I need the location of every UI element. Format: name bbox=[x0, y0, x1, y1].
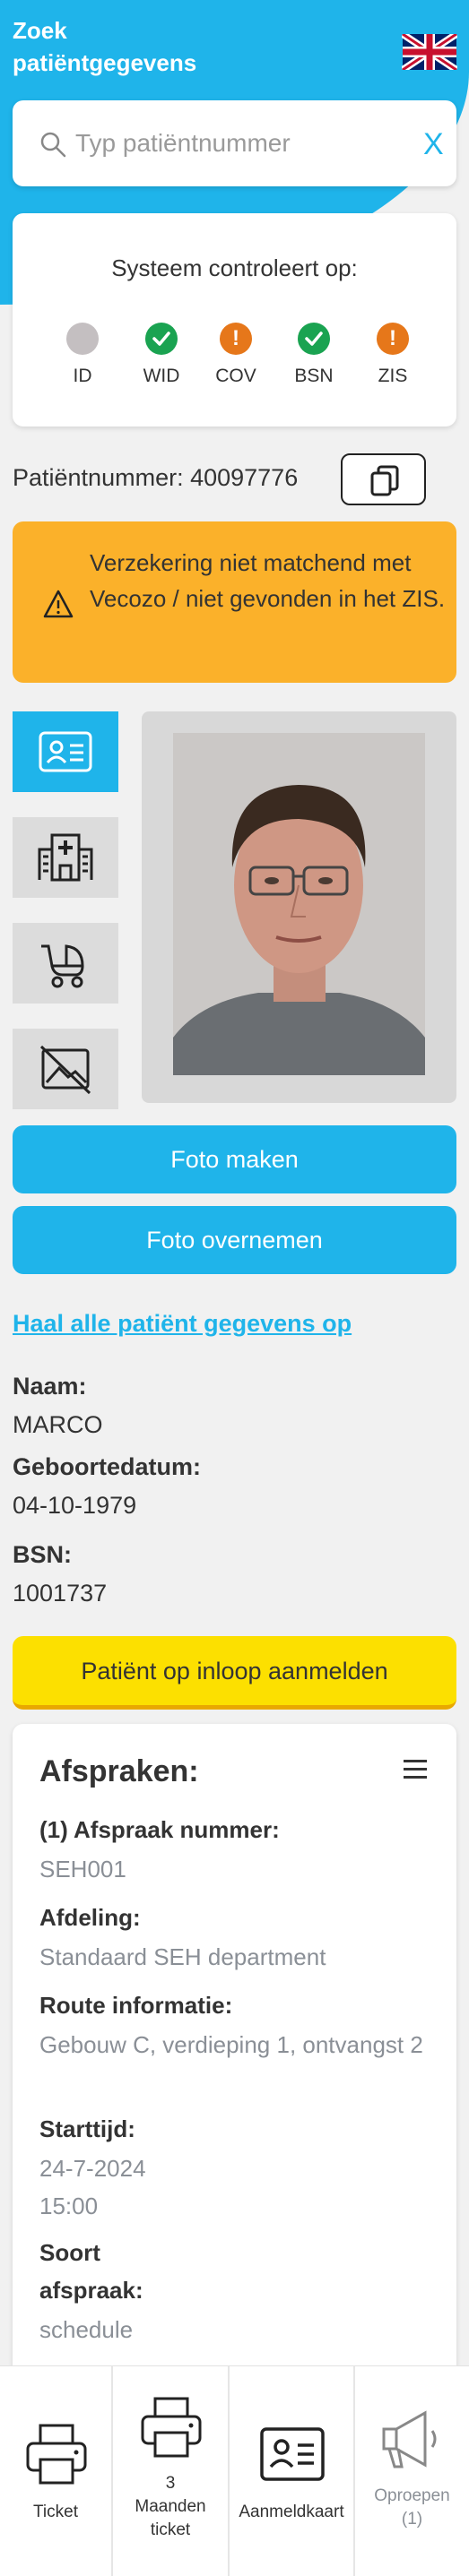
search-box[interactable]: Typ patiëntnummer X bbox=[13, 100, 456, 186]
department-label: Afdeling: bbox=[39, 1904, 141, 1931]
start-date: 24-7-2024 bbox=[39, 2155, 146, 2182]
tab-no-image[interactable] bbox=[13, 1029, 118, 1109]
search-input[interactable]: Typ patiëntnummer bbox=[75, 129, 291, 158]
check-id: ID bbox=[47, 323, 118, 387]
status-unknown-icon bbox=[66, 323, 99, 355]
hospital-icon bbox=[38, 833, 93, 882]
type-label-2: afspraak: bbox=[39, 2277, 143, 2304]
check-mark-icon bbox=[145, 323, 178, 355]
appointments-heading: Afspraken: bbox=[39, 1754, 199, 1788]
printer-icon bbox=[26, 2424, 87, 2485]
check-wid: WID bbox=[126, 323, 197, 387]
route-label: Route informatie: bbox=[39, 1992, 233, 2019]
uk-flag-icon[interactable] bbox=[400, 30, 459, 73]
registration-card-button[interactable]: Aanmeldkaart bbox=[230, 2366, 355, 2576]
footer-bar: Ticket 3 Maanden ticket Aanmeldkaart Opr… bbox=[0, 2365, 469, 2576]
page-title: Zoek patiëntgegevens bbox=[13, 17, 197, 76]
appointment-number-value: SEH001 bbox=[39, 1856, 126, 1882]
id-card-icon bbox=[260, 2427, 325, 2481]
id-card-icon bbox=[39, 731, 92, 772]
menu-icon[interactable] bbox=[404, 1760, 427, 1779]
dob-value: 04-10-1979 bbox=[13, 1492, 137, 1519]
warning-triangle-icon bbox=[43, 590, 74, 618]
system-check-panel: Systeem controleert op: ID WID ! COV BSN… bbox=[13, 213, 456, 426]
check-bsn: BSN bbox=[278, 323, 350, 387]
check-zis: ! ZIS bbox=[357, 323, 429, 387]
copy-button[interactable] bbox=[341, 453, 426, 505]
printer-icon bbox=[141, 2397, 202, 2458]
tab-id-card[interactable] bbox=[13, 711, 118, 792]
name-label: Naam: bbox=[13, 1373, 87, 1400]
three-month-ticket-button[interactable]: 3 Maanden ticket bbox=[113, 2366, 230, 2576]
check-cov: ! COV bbox=[200, 323, 272, 387]
take-photo-button[interactable]: Foto maken bbox=[13, 1125, 456, 1193]
dob-label: Geboortedatum: bbox=[13, 1453, 202, 1480]
warning-icon: ! bbox=[377, 323, 409, 355]
type-value: schedule bbox=[39, 2316, 134, 2343]
check-mark-icon bbox=[298, 323, 330, 355]
appointment-number-label: (1) Afspraak nummer: bbox=[39, 1816, 280, 1843]
clear-search-button[interactable]: X bbox=[423, 127, 444, 162]
stroller-icon bbox=[41, 944, 84, 988]
copy-icon bbox=[370, 465, 399, 496]
system-check-heading: Systeem controleert op: bbox=[111, 254, 358, 281]
tab-stroller[interactable] bbox=[13, 923, 118, 1004]
copy-photo-button[interactable]: Foto overnemen bbox=[13, 1206, 456, 1274]
start-label: Starttijd: bbox=[39, 2115, 135, 2142]
register-walkin-button[interactable]: Patiënt op inloop aanmelden bbox=[13, 1636, 456, 1710]
department-value: Standaard SEH department bbox=[39, 1943, 326, 1970]
name-value: MARCO bbox=[13, 1411, 103, 1438]
fetch-all-patient-data-link[interactable]: Haal alle patiënt gegevens op bbox=[13, 1310, 352, 1338]
tab-hospital[interactable] bbox=[13, 817, 118, 898]
insurance-warning: Verzekering niet matchend met Vecozo / n… bbox=[13, 521, 456, 683]
warning-icon: ! bbox=[220, 323, 252, 355]
bsn-value: 1001737 bbox=[13, 1580, 108, 1607]
no-image-icon bbox=[39, 1045, 91, 1095]
warning-text: Verzekering niet matchend met Vecozo / n… bbox=[90, 549, 446, 612]
patient-photo bbox=[173, 733, 425, 1075]
start-time: 15:00 bbox=[39, 2193, 99, 2219]
type-label-1: Soort bbox=[39, 2239, 100, 2266]
search-icon bbox=[40, 132, 66, 158]
bsn-label: BSN: bbox=[13, 1541, 72, 1568]
photo-container bbox=[142, 711, 456, 1103]
ticket-button[interactable]: Ticket bbox=[0, 2366, 113, 2576]
patient-number: Patiëntnummer: 40097776 bbox=[13, 464, 299, 491]
route-value: Gebouw C, verdieping 1, ontvangst 2 bbox=[39, 2031, 423, 2058]
megaphone-icon bbox=[382, 2410, 437, 2468]
call-button[interactable]: Oproepen (1) bbox=[355, 2366, 469, 2576]
